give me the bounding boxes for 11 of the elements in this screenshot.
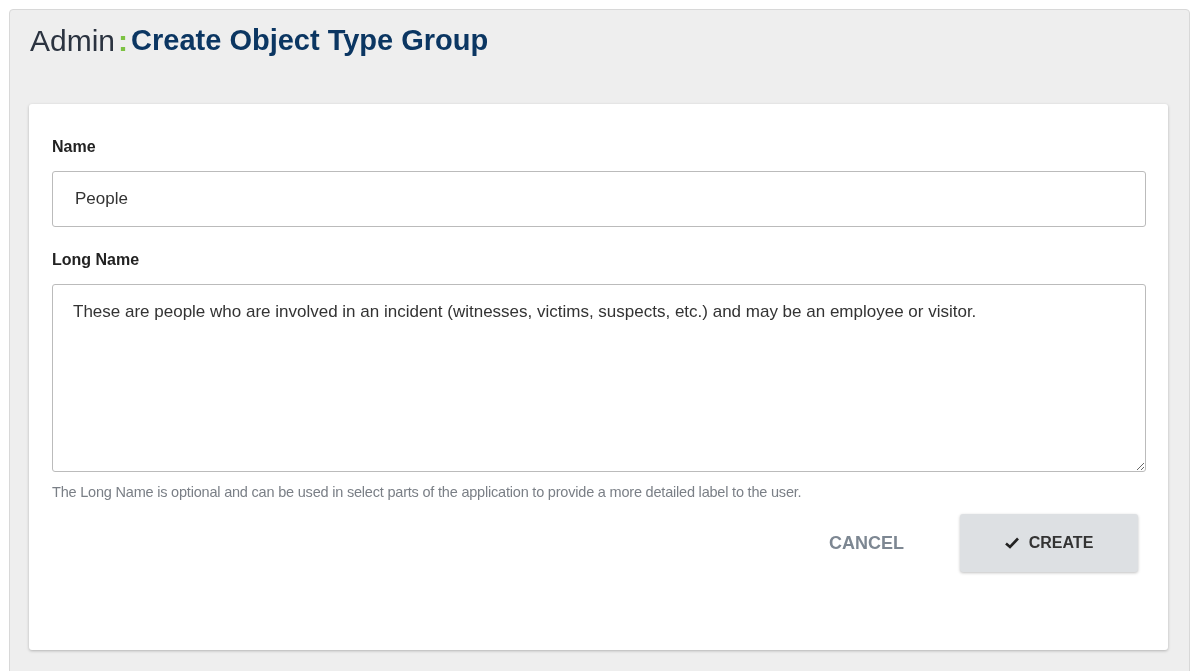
- page-title: Create Object Type Group: [131, 24, 489, 57]
- textarea-field[interactable]: These are people who are involved in an incident (witnesses, victims, suspects, etc.) and may be an employee or visitor.: [52, 284, 1146, 472]
- help-text: The Long Name is optional and can be used in select parts of the application to provide a more detailed label to the user.: [52, 484, 803, 500]
- cancel-button[interactable]: CANCEL: [795, 514, 938, 572]
- create-button[interactable]: CREATE: [960, 514, 1138, 572]
- breadcrumb-section: Admin: [30, 23, 116, 58]
- field-label: Name: [52, 138, 97, 156]
- field-label: Long Name: [52, 251, 141, 269]
- breadcrumb-separator: :: [118, 23, 129, 58]
- input-field[interactable]: People: [52, 171, 1146, 227]
- checkmark-icon: [1004, 537, 1019, 549]
